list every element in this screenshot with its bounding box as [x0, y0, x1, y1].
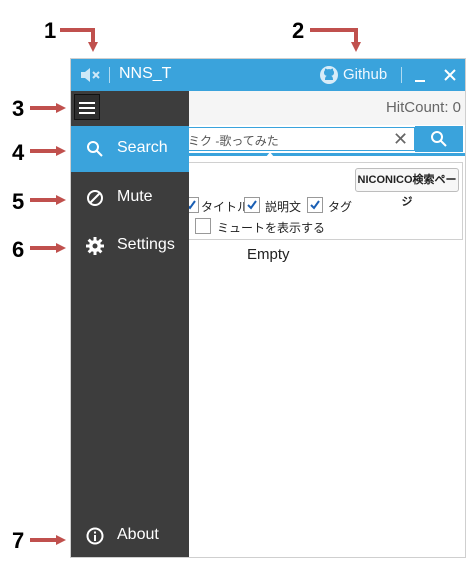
- minimize-icon[interactable]: [414, 71, 426, 83]
- speaker-muted-icon[interactable]: [79, 65, 103, 85]
- search-button[interactable]: [415, 126, 463, 152]
- nav-item-settings[interactable]: Settings: [71, 223, 189, 269]
- annotation-7: 7: [12, 528, 25, 553]
- nav-item-about[interactable]: About: [71, 513, 189, 557]
- search-input[interactable]: ミク -歌ってみた: [181, 127, 415, 151]
- description-checkbox-label: 説明文: [265, 200, 302, 214]
- gear-icon: [85, 236, 105, 256]
- clear-icon[interactable]: ✕: [393, 129, 408, 150]
- show-muted-checkbox[interactable]: [195, 218, 211, 234]
- annotation-2: 2: [292, 18, 305, 43]
- title-bar: NNS_T Github: [71, 59, 465, 91]
- niconico-search-page-button[interactable]: NICONICO検索ページ: [355, 168, 459, 208]
- annotation-5: 5: [12, 189, 25, 214]
- title-separator: [109, 67, 110, 83]
- github-icon[interactable]: [319, 65, 339, 85]
- arrow-1: [60, 28, 98, 52]
- arrow-2: [310, 28, 361, 52]
- app-window: NNS_T Github h HitCount: 0 ミク -歌ってみた ✕ N…: [70, 58, 466, 558]
- nav-item-label: Settings: [117, 236, 175, 253]
- annotation-1: 1: [44, 18, 57, 43]
- info-icon: [85, 526, 105, 546]
- tag-checkbox-label: タグ: [328, 200, 353, 214]
- nav-item-label: Search: [117, 139, 168, 156]
- app-title: NNS_T: [119, 65, 172, 82]
- nav-item-label: Mute: [117, 188, 153, 205]
- search-icon: [431, 131, 447, 147]
- hamburger-menu-icon[interactable]: [74, 94, 100, 120]
- show-muted-checkbox-label: ミュートを表示する: [217, 221, 326, 235]
- title-separator: [401, 67, 402, 83]
- block-icon: [85, 188, 105, 208]
- expand-toggle[interactable]: [266, 152, 274, 157]
- nav-item-search[interactable]: Search: [71, 126, 189, 172]
- search-icon: [85, 139, 105, 159]
- empty-state-text: Empty: [247, 246, 290, 263]
- nav-item-label: About: [117, 526, 159, 543]
- annotation-4: 4: [12, 140, 25, 165]
- nav-item-mute[interactable]: Mute: [71, 175, 189, 221]
- nav-drawer: Search Mute Settings About: [71, 91, 189, 557]
- title-checkbox-label: タイトル: [201, 200, 250, 214]
- close-icon[interactable]: [442, 67, 458, 83]
- annotation-6: 6: [12, 237, 25, 262]
- tag-checkbox[interactable]: [307, 197, 323, 213]
- hit-count: HitCount: 0: [385, 99, 461, 116]
- description-checkbox[interactable]: [244, 197, 260, 213]
- annotation-3: 3: [12, 96, 25, 121]
- github-link[interactable]: Github: [343, 66, 387, 83]
